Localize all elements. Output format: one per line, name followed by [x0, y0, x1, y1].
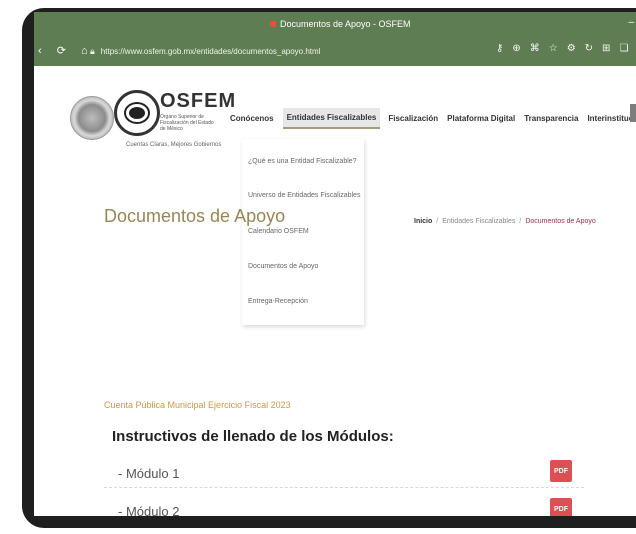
module-label: - Módulo 1: [118, 466, 180, 481]
title-bar: Documentos de Apoyo - OSFEM –: [34, 12, 636, 36]
menu-item-interinstitucionalidad[interactable]: Interinstitucionalidad: [587, 114, 636, 123]
breadcrumb-separator: /: [519, 218, 522, 225]
dropdown-item-entrega[interactable]: Entrega-Recepción: [248, 298, 308, 305]
pdf-download-button[interactable]: PDF: [550, 498, 572, 516]
minimize-button[interactable]: –: [628, 17, 634, 28]
website-content: OSFEM Órgano Superior de Fiscalización d…: [34, 66, 636, 516]
section-heading: Instructivos de llenado de los Módulos:: [112, 428, 394, 445]
dropdown-item-que-es[interactable]: ¿Qué es una Entidad Fiscalizable?: [248, 158, 357, 165]
favicon-icon: [270, 21, 276, 27]
bookmark-icon[interactable]: ❏: [619, 43, 628, 55]
dropdown-item-documentos[interactable]: Documentos de Apoyo: [248, 263, 318, 270]
osfem-eye-logo[interactable]: [114, 90, 160, 136]
menu-item-conocenos[interactable]: Conócenos: [230, 114, 274, 123]
module-row: - Módulo 1 PDF: [104, 460, 594, 488]
row-divider: [104, 487, 584, 488]
breadcrumb: Inicio / Entidades Fiscalizables / Documento…: [414, 218, 596, 225]
dropdown-item-calendario[interactable]: Calendario OSFEM: [248, 228, 309, 235]
browser-window: Documentos de Apoyo - OSFEM – ‹ ⟳ ⌂ 🔒︎ h…: [34, 12, 636, 516]
breadcrumb-home[interactable]: Inicio: [414, 218, 432, 225]
module-row: - Módulo 2 PDF: [104, 498, 594, 516]
extensions-bar: ⚷ ⊕ ⌘ ☆ ⚙ ↻ ⊞ ❏: [496, 43, 636, 55]
dropdown-item-universo[interactable]: Universo de Entidades Fiscalizables: [248, 192, 360, 199]
search-button[interactable]: Q: [630, 104, 636, 122]
entidades-dropdown: ¿Qué es una Entidad Fiscalizable? Univer…: [242, 139, 364, 325]
window-title: Documentos de Apoyo - OSFEM: [270, 19, 411, 29]
menu-item-transparencia[interactable]: Transparencia: [524, 114, 578, 123]
url-text: https://www.osfem.gob.mx/entidades/docum…: [100, 46, 321, 56]
menu-item-entidades[interactable]: Entidades Fiscalizables: [282, 108, 381, 129]
lock-icon: 🔒︎: [90, 45, 95, 56]
menu-item-plataforma[interactable]: Plataforma Digital: [447, 114, 515, 123]
brand-subtitle: Órgano Superior de Fiscalización del Est…: [160, 114, 214, 132]
state-seal-logo: [70, 96, 114, 140]
page-title: Documentos de Apoyo: [104, 206, 286, 226]
menu-item-fiscalizacion[interactable]: Fiscalización: [388, 114, 438, 123]
fiscal-year-link[interactable]: Cuenta Pública Municipal Ejercicio Fisca…: [104, 400, 291, 410]
brand-title: OSFEM: [160, 90, 237, 112]
module-label: - Módulo 2: [118, 504, 180, 516]
pdf-download-button[interactable]: PDF: [550, 460, 572, 482]
main-menu: Conócenos Entidades Fiscalizables Fiscal…: [230, 108, 636, 129]
address-toolbar: ‹ ⟳ ⌂ 🔒︎ https://www.osfem.gob.mx/entida…: [34, 36, 636, 66]
refresh-icon[interactable]: ↻: [585, 43, 593, 55]
address-bar[interactable]: 🔒︎ https://www.osfem.gob.mx/entidades/do…: [88, 42, 488, 60]
extension-icon[interactable]: ⚙: [567, 43, 576, 55]
sidebar-icon[interactable]: ⊞: [602, 43, 610, 55]
nav-buttons[interactable]: ‹ ⟳ ⌂: [38, 44, 94, 57]
key-icon[interactable]: ⚷: [496, 43, 503, 55]
star-icon[interactable]: ☆: [549, 43, 558, 55]
breadcrumb-current: Documentos de Apoyo: [525, 218, 596, 225]
translate-icon[interactable]: ⌘: [530, 43, 540, 55]
zoom-icon[interactable]: ⊕: [512, 43, 520, 55]
brand-tagline: Cuentas Claras, Mejores Gobiernos: [126, 142, 222, 148]
breadcrumb-entidades[interactable]: Entidades Fiscalizables: [442, 218, 515, 225]
breadcrumb-separator: /: [436, 218, 439, 225]
